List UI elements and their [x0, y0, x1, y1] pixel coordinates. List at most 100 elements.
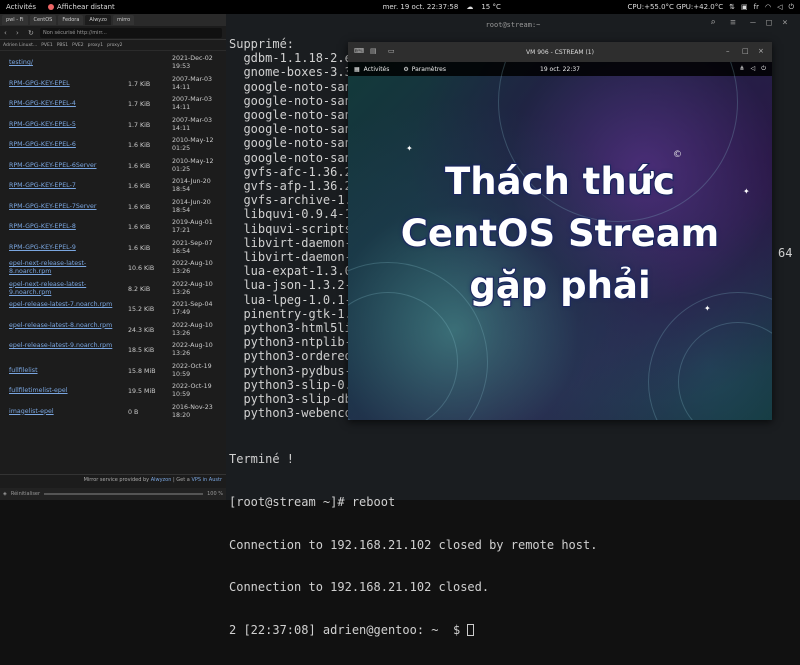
- terminal-line: google-noto-sans-: [229, 93, 367, 108]
- file-link[interactable]: fullfiletimelist-epel: [9, 387, 119, 395]
- terminal-line: gvfs-afp-1.36.2-1: [229, 179, 367, 194]
- tab-4[interactable]: Alwyzo: [85, 15, 111, 25]
- toolbar: ‹ › ↻ Non sécurisé http://mirr...: [0, 26, 226, 40]
- file-link[interactable]: fullfilelist: [9, 367, 119, 375]
- file-date: 2021-Sep-04 17:49: [172, 301, 213, 316]
- bookmark-2[interactable]: PVE1: [41, 43, 53, 48]
- shield-icon[interactable]: ◈: [3, 491, 7, 497]
- file-link[interactable]: RPM-GPG-KEY-EPEL-4: [9, 100, 119, 108]
- file-size: 1.6 KiB: [128, 183, 151, 190]
- maximize-icon[interactable]: □: [742, 47, 749, 55]
- file-date: 2010-May-12 01:25: [172, 137, 214, 152]
- wifi-icon[interactable]: ◠: [765, 3, 771, 11]
- terminal-title: root@stream:~: [485, 21, 541, 29]
- terminal-line: lua-json-1.3.2-9.: [229, 278, 367, 293]
- bookmark-1[interactable]: Adrien Linuxt...: [3, 43, 37, 48]
- power-icon[interactable]: ⏻: [788, 3, 794, 12]
- language-indicator[interactable]: fr: [754, 3, 759, 11]
- guest-volume-icon[interactable]: ◁: [751, 65, 756, 73]
- terminal-cursor[interactable]: [467, 623, 475, 636]
- bookmark-6[interactable]: proxy2: [107, 43, 122, 48]
- table-row: RPM-GPG-KEY-EPEL-7 1.6 KiB 2014-Jun-20 18:…: [0, 177, 226, 198]
- file-link[interactable]: RPM-GPG-KEY-EPEL-7Server: [9, 203, 119, 211]
- activities-button[interactable]: Activités: [6, 3, 36, 11]
- file-size: 1.6 KiB: [128, 203, 151, 211]
- file-link[interactable]: epel-next-release-latest-9.noarch.rpm: [9, 281, 119, 297]
- close-icon[interactable]: ×: [758, 47, 764, 55]
- zoom-slider[interactable]: [44, 493, 204, 495]
- bookmark-4[interactable]: PVE2: [72, 43, 84, 48]
- file-link[interactable]: RPM-GPG-KEY-EPEL-6Server: [9, 162, 119, 170]
- terminal-line: python3-slip-dbus: [229, 392, 367, 407]
- file-size: 15.2 KiB: [128, 306, 155, 313]
- search-icon[interactable]: ⌕: [706, 18, 720, 32]
- footer-link-vps[interactable]: VPS in Austr: [191, 477, 222, 483]
- url-bar[interactable]: Non sécurisé http://mirr...: [40, 27, 222, 38]
- file-link[interactable]: epel-release-latest-8.noarch.rpm: [9, 322, 119, 330]
- file-link[interactable]: RPM-GPG-KEY-EPEL-8: [9, 223, 119, 231]
- clock[interactable]: mer. 19 oct. 22:37:58: [383, 3, 459, 11]
- minimize-icon[interactable]: –: [746, 18, 760, 32]
- vm-titlebar: ⌨ ▤ ▭ VM 906 - CSTREAM (1) – □ ×: [348, 42, 772, 62]
- file-link[interactable]: RPM-GPG-KEY-EPEL-7: [9, 182, 119, 190]
- terminal-line: pinentry-gtk-1.1.: [229, 306, 367, 321]
- vm-screen[interactable]: ▦ Activités ⚙ Paramètres 19 oct. 22:37 ⋔…: [348, 62, 772, 420]
- file-link[interactable]: RPM-GPG-KEY-EPEL-6: [9, 141, 119, 149]
- terminal-line: python3-webencodi: [229, 406, 367, 421]
- terminal-output: Supprimé: gdbm-1.1.18-2.el8 gnome-boxes-…: [229, 37, 366, 420]
- terminal-line: python3-ntplib-0.: [229, 335, 367, 350]
- forward-icon[interactable]: ›: [16, 29, 24, 37]
- camera-icon[interactable]: ▣: [741, 3, 748, 11]
- file-listing: testing/2021-Dec-02 19:53 RPM-GPG-KEY-EPE…: [0, 54, 226, 423]
- footer-link-alwyzon[interactable]: Alwyzon: [151, 477, 172, 483]
- status-bar: ◈ Réinitialiser 100 %: [0, 488, 226, 500]
- terminal-prompt: 2 [22:37:08] adrien@gentoo: ~ $: [229, 622, 468, 637]
- file-link[interactable]: epel-next-release-latest-8.noarch.rpm: [9, 260, 119, 276]
- file-link[interactable]: RPM-GPG-KEY-EPEL: [9, 80, 119, 88]
- terminal-header: root@stream:~ ⌕ ≡ – □ ×: [226, 14, 800, 36]
- tab-3[interactable]: Fedora: [58, 15, 84, 25]
- volume-icon[interactable]: ◁: [777, 3, 782, 11]
- guest-power-icon[interactable]: ⏻: [761, 65, 766, 73]
- app-menu[interactable]: Affichear distant: [48, 3, 115, 11]
- table-row: fullfilelist 15.8 MiB 2022-Oct-19 10:59: [0, 362, 226, 383]
- keyboard-icon[interactable]: ⌨: [354, 47, 364, 55]
- file-link[interactable]: testing/: [9, 59, 119, 67]
- status-label[interactable]: Réinitialiser: [11, 491, 40, 497]
- footer-text: Mirror service provided by: [83, 477, 150, 483]
- file-link[interactable]: imagelist-epel: [9, 408, 119, 416]
- maximize-icon[interactable]: □: [762, 18, 776, 32]
- file-date: 2007-Mar-03 14:11: [172, 96, 213, 111]
- guest-network-icon[interactable]: ⋔: [740, 65, 745, 73]
- close-icon[interactable]: ×: [778, 18, 792, 32]
- terminal-line: python3-slip-0.6.: [229, 377, 367, 392]
- file-link[interactable]: RPM-GPG-KEY-EPEL-5: [9, 121, 119, 129]
- file-link[interactable]: epel-release-latest-7.noarch.rpm: [9, 301, 119, 309]
- tab-strip: pwl - Fi CentOS Fedora Alwyzo mirro: [0, 14, 226, 26]
- tab-2[interactable]: CentOS: [29, 15, 57, 25]
- tab-1[interactable]: pwl - Fi: [2, 15, 28, 25]
- bookmark-5[interactable]: proxy1: [88, 43, 103, 48]
- file-link[interactable]: epel-release-latest-9.noarch.rpm: [9, 342, 119, 350]
- terminal-line: google-noto-sans-: [229, 108, 367, 123]
- usb-icon[interactable]: ▤: [370, 47, 377, 55]
- table-row: RPM-GPG-KEY-EPEL-5 1.7 KiB 2007-Mar-03 14:…: [0, 116, 226, 137]
- page-footer: Mirror service provided by Alwyzon | Get…: [0, 474, 226, 486]
- bookmark-3[interactable]: PBS1: [57, 43, 68, 48]
- table-row: epel-next-release-latest-8.noarch.rpm 10.…: [0, 259, 226, 280]
- minimize-icon[interactable]: –: [726, 47, 730, 55]
- terminal-line: google-noto-sans-: [229, 122, 367, 137]
- file-date: 2010-May-12 01:25: [172, 157, 214, 173]
- file-link[interactable]: RPM-GPG-KEY-EPEL-9: [9, 244, 119, 252]
- terminal-line: gnome-boxes-3.36.: [229, 65, 367, 80]
- terminal-line: python3-ordered-s: [229, 349, 367, 364]
- back-icon[interactable]: ‹: [4, 29, 12, 37]
- tab-5[interactable]: mirro: [112, 15, 135, 25]
- menu-icon[interactable]: ≡: [726, 18, 740, 32]
- headline-line-2: CentOS Stream: [400, 211, 720, 256]
- network-icon[interactable]: ⇅: [729, 3, 735, 11]
- file-size: 24.3 KiB: [128, 326, 155, 334]
- display-icon[interactable]: ▭: [388, 47, 395, 55]
- reload-icon[interactable]: ↻: [28, 29, 36, 37]
- zoom-level[interactable]: 100 %: [207, 491, 223, 497]
